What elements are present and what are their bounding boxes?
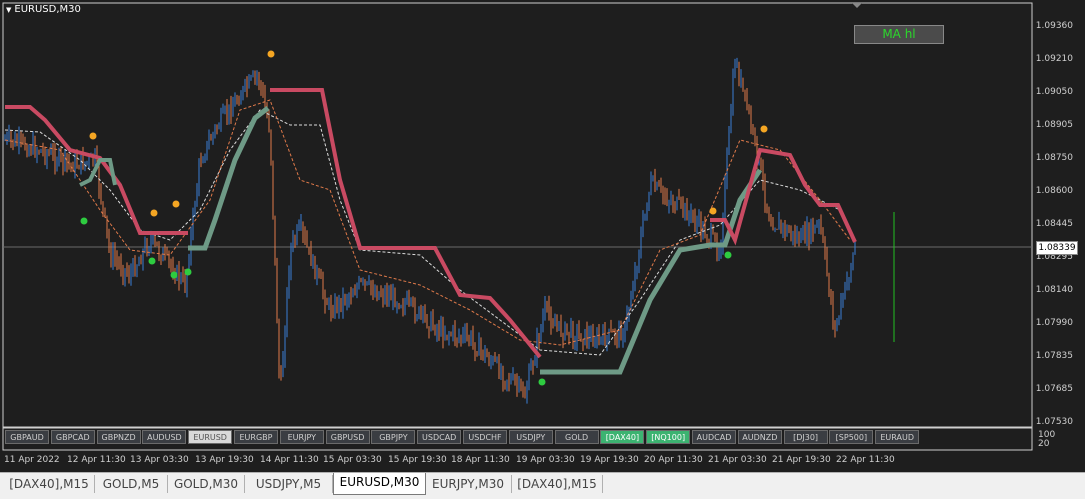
subwindow-level-low: 20 xyxy=(1038,439,1050,449)
chart-tab[interactable]: GOLD,M30 xyxy=(168,475,245,493)
time-tick-label: 18 Apr 11:30 xyxy=(451,455,510,465)
time-tick-label: 20 Apr 11:30 xyxy=(644,455,703,465)
time-tick-label: 11 Apr 2022 xyxy=(4,455,60,465)
price-tick-label: 1.08750 xyxy=(1035,153,1073,163)
price-tick-label: 1.08140 xyxy=(1035,285,1073,295)
symbol-button-eurgbp[interactable]: EURGBP xyxy=(234,430,278,444)
symbol-button-audusd[interactable]: AUDUSD xyxy=(142,430,187,444)
symbol-button-nq100[interactable]: [NQ100] xyxy=(646,430,691,444)
time-tick-label: 15 Apr 19:30 xyxy=(388,455,447,465)
ma-up-segment-1 xyxy=(188,106,270,251)
symbol-button-usdjpy[interactable]: USDJPY xyxy=(508,430,553,444)
shift-marker[interactable] xyxy=(852,3,862,8)
time-tick-label: 19 Apr 03:30 xyxy=(516,455,575,465)
symbol-button-gbpcad[interactable]: GBPCAD xyxy=(50,430,95,444)
price-tick-label: 1.08600 xyxy=(1035,186,1073,196)
chart-title: ▼ EURUSD,M30 xyxy=(6,4,81,15)
chart-tab[interactable]: USDJPY,M5 xyxy=(245,475,333,493)
chart-tab[interactable]: EURJPY,M30 xyxy=(425,475,512,493)
chart-tab[interactable]: [DAX40],M15 xyxy=(512,475,603,493)
price-chart[interactable] xyxy=(0,0,1085,472)
buy-signal-dot xyxy=(170,271,178,279)
sell-signal-dot xyxy=(172,200,180,208)
price-tick-label: 1.07835 xyxy=(1035,351,1073,361)
price-tick-label: 1.07685 xyxy=(1035,384,1073,394)
symbol-button-euraud[interactable]: EURAUD xyxy=(875,430,920,444)
symbol-button-gbpaud[interactable]: GBPAUD xyxy=(5,430,49,444)
sell-signal-dot xyxy=(267,50,275,58)
time-tick-label: 13 Apr 19:30 xyxy=(195,455,254,465)
price-tick-label: 1.07990 xyxy=(1035,318,1073,328)
symbol-button-dax40[interactable]: [DAX40] xyxy=(600,430,645,444)
chart-tab[interactable]: GOLD,M5 xyxy=(95,475,168,493)
sell-signal-dot xyxy=(89,132,97,140)
price-tick-label: 1.07530 xyxy=(1035,417,1073,427)
price-tick-label: 1.09050 xyxy=(1035,87,1073,97)
time-tick-label: 14 Apr 11:30 xyxy=(260,455,319,465)
symbol-button-audcad[interactable]: AUDCAD xyxy=(692,430,736,444)
symbol-button-gbpjpy[interactable]: GBPJPY xyxy=(371,430,416,444)
price-tick-label: 1.08445 xyxy=(1035,219,1073,229)
time-tick-label: 21 Apr 03:30 xyxy=(708,455,767,465)
symbol-button-gbpnzd[interactable]: GBPNZD xyxy=(96,430,141,444)
symbol-button-gold[interactable]: GOLD xyxy=(554,430,599,444)
chart-window[interactable]: ▼ EURUSD,M30 MA hl 1.09360 1.09210 1.09050 1… xyxy=(0,0,1085,472)
chart-tab[interactable]: EURUSD,M30 xyxy=(333,473,426,495)
current-price-label: 1.08339 xyxy=(1036,241,1078,255)
symbol-button-audnzd[interactable]: AUDNZD xyxy=(737,430,782,444)
time-tick-label: 21 Apr 19:30 xyxy=(772,455,831,465)
price-tick-label: 1.09210 xyxy=(1035,54,1073,64)
symbol-button-eurjpy[interactable]: EURJPY xyxy=(279,430,324,444)
buy-signal-dot xyxy=(184,268,192,276)
sell-signal-dot xyxy=(760,125,768,133)
time-tick-label: 12 Apr 11:30 xyxy=(67,455,126,465)
sell-signal-dot xyxy=(709,207,717,215)
symbol-button-sp500[interactable]: [SP500] xyxy=(829,430,874,444)
time-tick-label: 13 Apr 03:30 xyxy=(130,455,189,465)
chart-tab-bar: [DAX40],M15 GOLD,M5 GOLD,M30 USDJPY,M5 EURUS… xyxy=(0,472,1085,499)
time-tick-label: 22 Apr 11:30 xyxy=(836,455,895,465)
price-tick-label: 1.09360 xyxy=(1035,21,1073,31)
symbol-button-gbpusd[interactable]: GBPUSD xyxy=(325,430,370,444)
buy-signal-dot xyxy=(148,257,156,265)
buy-signal-dot xyxy=(80,217,88,225)
symbol-button-usdchf[interactable]: USDCHF xyxy=(463,430,507,444)
dropdown-arrow-icon[interactable]: ▼ xyxy=(6,6,11,14)
time-tick-label: 15 Apr 03:30 xyxy=(323,455,382,465)
ma-down-segment-2 xyxy=(270,88,542,359)
ma-hl-button[interactable]: MA hl xyxy=(854,25,944,44)
moving-averages xyxy=(4,88,857,375)
symbol-button-dj30[interactable]: [DJ30] xyxy=(783,430,828,444)
sell-signal-dot xyxy=(150,209,158,217)
main-chart-frame xyxy=(2,2,1033,428)
symbol-title: EURUSD,M30 xyxy=(14,4,81,15)
chart-tab[interactable]: [DAX40],M15 xyxy=(4,475,95,493)
time-tick-label: 19 Apr 19:30 xyxy=(580,455,639,465)
symbol-button-eurusd[interactable]: EURUSD xyxy=(188,430,233,444)
buy-signal-dot xyxy=(724,251,732,259)
signal-dots xyxy=(80,50,768,386)
price-tick-label: 1.08905 xyxy=(1035,120,1073,130)
symbol-button-usdcad[interactable]: USDCAD xyxy=(417,430,462,444)
buy-signal-dot xyxy=(538,378,546,386)
